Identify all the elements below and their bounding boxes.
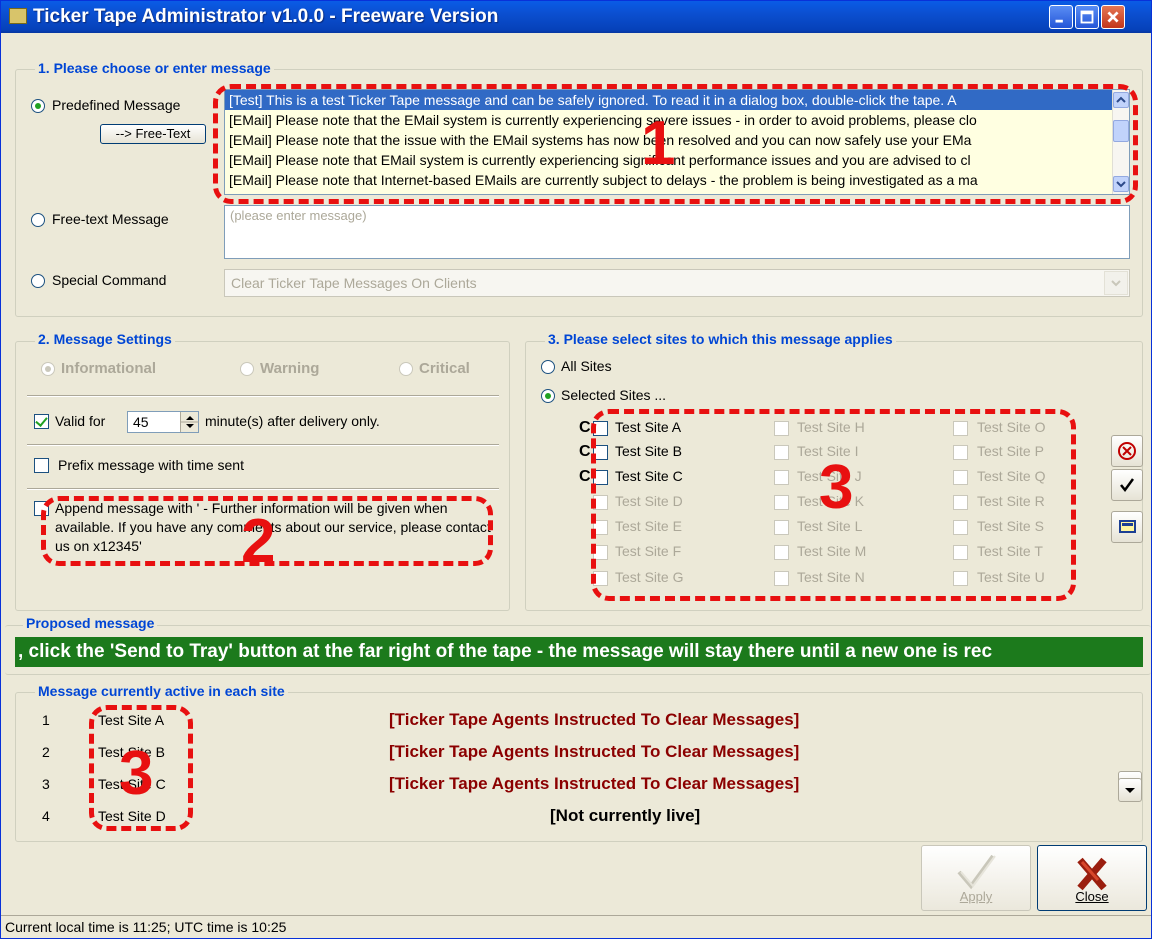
minimize-button[interactable] [1049,5,1073,29]
annotation-box-1 [213,84,1138,204]
warning-label: Warning [260,360,320,377]
free-text-button[interactable]: --> Free-Text [100,124,206,144]
divider [27,444,499,446]
free-text-label: Free-text Message [52,211,169,227]
section1-title: 1. Please choose or enter message [35,60,274,76]
all-sites-radio[interactable] [541,360,555,374]
title-bar: Ticker Tape Administrator v1.0.0 - Freew… [1,1,1151,33]
active-row-message: [Ticker Tape Agents Instructed To Clear … [389,742,800,761]
active-row-message: [Ticker Tape Agents Instructed To Clear … [389,774,800,793]
active-title: Message currently active in each site [35,683,288,699]
apply-button[interactable]: Apply [921,845,1031,911]
select-all-icon [1120,478,1135,493]
valid-for-checkbox[interactable] [34,414,49,429]
divider [27,395,499,397]
scroll-down-button[interactable] [1118,778,1142,802]
active-row-num: 4 [42,808,50,824]
dropdown-arrow[interactable] [1104,271,1128,295]
chevron-down-icon [1111,280,1121,287]
annotation-number-4: 3 [119,739,154,808]
active-row-num: 1 [42,712,50,728]
special-command-value: Clear Ticker Tape Messages On Clients [231,275,477,291]
predefined-label: Predefined Message [52,97,181,113]
connected-marker: C [579,468,591,485]
active-row-message: [Ticker Tape Agents Instructed To Clear … [389,710,800,729]
proposed-title: Proposed message [23,615,158,631]
app-window: Ticker Tape Administrator v1.0.0 - Freew… [0,0,1152,939]
active-row-message: [Not currently live] [550,806,701,825]
valid-for-spinner[interactable]: 45 [127,411,199,433]
special-command-select[interactable]: Clear Ticker Tape Messages On Clients [224,269,1130,297]
free-text-radio[interactable] [31,213,45,227]
ticker-tape[interactable]: , click the 'Send to Tray' button at the… [15,637,1143,667]
selected-sites-radio[interactable] [541,389,555,403]
warning-radio[interactable] [240,362,254,376]
critical-label: Critical [419,360,470,377]
active-row-num: 3 [42,776,50,792]
minimize-icon [1055,19,1063,23]
critical-radio[interactable] [399,362,413,376]
prefix-time-label: Prefix message with time sent [58,457,244,473]
close-button[interactable]: Close [1037,845,1147,911]
apply-checkmark-icon [957,854,996,890]
copy-sites-button[interactable] [1111,511,1143,543]
annotation-number-2: 2 [241,507,276,576]
active-row-num: 2 [42,744,50,760]
section3-title: 3. Please select sites to which this mes… [545,331,896,347]
maximize-button[interactable] [1075,5,1099,29]
select-all-sites-button[interactable] [1111,469,1143,501]
annotation-number-1: 1 [641,109,676,178]
deselect-all-sites-button[interactable] [1111,435,1143,467]
maximize-icon [1080,10,1094,24]
connected-marker: C [579,443,591,460]
connected-marker: C [579,419,591,436]
window-title: Ticker Tape Administrator v1.0.0 - Freew… [33,6,499,27]
valid-for-label: Valid for [55,413,106,429]
close-icon [1107,11,1119,23]
spinner-buttons[interactable] [180,412,199,432]
deselect-all-icon [1118,442,1136,460]
selected-sites-label: Selected Sites ... [561,387,667,403]
section2-title: 2. Message Settings [35,331,175,347]
app-icon [9,8,27,24]
annotation-number-3: 3 [819,453,854,522]
copy-sites-icon [1119,520,1136,533]
close-label: Close [1075,889,1109,904]
spinner-arrows-icon [181,416,199,428]
special-command-radio[interactable] [31,274,45,288]
apply-label: Apply [959,889,993,904]
informational-radio[interactable] [41,362,55,376]
close-window-button[interactable] [1101,5,1125,29]
divider [27,488,499,490]
special-command-label: Special Command [52,272,167,288]
prefix-time-checkbox[interactable] [34,458,49,473]
scroll-down-icon [1125,788,1135,793]
status-bar: Current local time is 11:25; UTC time is… [1,915,1151,939]
valid-for-suffix: minute(s) after delivery only. [205,413,380,429]
all-sites-label: All Sites [561,358,612,374]
informational-label: Informational [61,360,157,377]
predefined-radio[interactable] [31,99,45,113]
free-text-input[interactable]: (please enter message) [224,205,1130,259]
valid-for-value[interactable]: 45 [133,414,149,430]
